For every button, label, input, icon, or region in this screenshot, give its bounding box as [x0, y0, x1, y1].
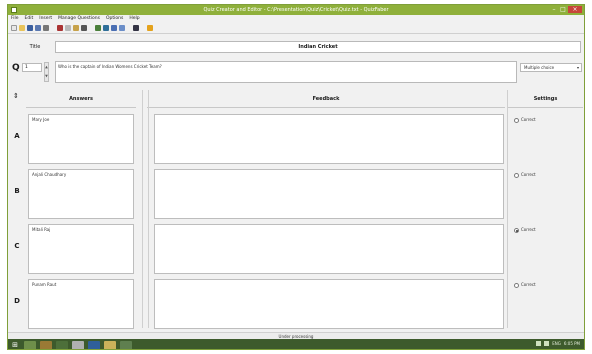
answer-letter: A — [14, 132, 20, 140]
taskbar-app[interactable] — [104, 340, 116, 349]
answers-header: Answers — [26, 90, 136, 108]
correct-label: Correct — [521, 117, 536, 122]
answer-field[interactable]: Mary Joe — [28, 114, 134, 164]
feedback-field[interactable] — [154, 114, 504, 164]
print-icon[interactable] — [43, 25, 49, 31]
maximize-button[interactable]: □ — [559, 6, 567, 13]
title-field[interactable]: Indian Cricket — [55, 41, 581, 53]
answer-field[interactable]: Mitali Raj — [28, 224, 134, 274]
close-button[interactable]: × — [568, 6, 582, 13]
correct-option[interactable]: Correct — [514, 224, 580, 236]
settings-icon[interactable] — [111, 25, 117, 31]
add-question-icon[interactable] — [95, 25, 101, 31]
taskbar: ⊞ ENG 6:05 PM — [8, 339, 584, 349]
answer-letter: D — [14, 297, 20, 305]
feedback-field[interactable] — [154, 169, 504, 219]
start-button[interactable]: ⊞ — [10, 340, 20, 349]
new-icon[interactable] — [11, 25, 17, 31]
paste-icon[interactable] — [73, 25, 79, 31]
answer-field[interactable]: Anjali Chaudhary — [28, 169, 134, 219]
answer-row: B Anjali Chaudhary Correct — [8, 167, 584, 222]
delete-icon[interactable] — [81, 25, 87, 31]
taskbar-app[interactable] — [40, 340, 52, 349]
help-icon[interactable] — [147, 25, 153, 31]
status-bar: Under processing — [8, 332, 584, 339]
answer-letter: B — [14, 187, 20, 195]
menu-bar: File Edit Insert Manage Questions Option… — [8, 15, 584, 23]
correct-label: Correct — [521, 227, 536, 232]
open-icon[interactable] — [19, 25, 25, 31]
title-bar: Quiz Creator and Editor - C:\Presentatio… — [8, 5, 584, 15]
menu-file[interactable]: File — [11, 15, 19, 23]
question-row: Q 1 ▲ ▼ Who is the captain of Indian Wome… — [8, 59, 584, 85]
chevron-down-icon: ▾ — [576, 65, 579, 70]
menu-help[interactable]: Help — [129, 15, 139, 23]
undo-icon[interactable] — [133, 25, 139, 31]
answer-field[interactable]: Punam Raut — [28, 279, 134, 329]
correct-option[interactable]: Correct — [514, 169, 580, 181]
question-type-select[interactable]: Multiple choice ▾ — [520, 63, 582, 72]
language-indicator[interactable]: ENG — [552, 341, 561, 346]
correct-option[interactable]: Correct — [514, 114, 580, 126]
run-icon[interactable] — [119, 25, 125, 31]
correct-label: Correct — [521, 282, 536, 287]
title-row: Title Indian Cricket — [8, 40, 584, 54]
feedback-field[interactable] — [154, 224, 504, 274]
app-window: Quiz Creator and Editor - C:\Presentatio… — [7, 4, 585, 350]
question-number-field[interactable]: 1 — [22, 63, 42, 72]
answer-letter: C — [14, 242, 20, 250]
feedback-field[interactable] — [154, 279, 504, 329]
answer-row: C Mitali Raj Correct — [8, 222, 584, 277]
question-type-value: Multiple choice — [524, 65, 555, 70]
copy-icon[interactable] — [65, 25, 71, 31]
question-icon: Q — [12, 63, 20, 73]
sort-icon[interactable]: ⇕ — [13, 93, 19, 100]
correct-option[interactable]: Correct — [514, 279, 580, 291]
clock[interactable]: 6:05 PM — [564, 341, 580, 346]
taskbar-app[interactable] — [56, 340, 68, 349]
taskbar-app[interactable] — [72, 340, 84, 349]
answer-row: A Mary Joe Correct — [8, 112, 584, 167]
menu-insert[interactable]: Insert — [39, 15, 52, 23]
taskbar-app[interactable] — [24, 340, 36, 349]
feedback-header: Feedback — [147, 90, 505, 108]
taskbar-app[interactable] — [88, 340, 100, 349]
title-label: Title — [29, 44, 41, 50]
question-spinner[interactable]: ▲ ▼ — [44, 62, 49, 82]
toolbar — [8, 23, 584, 34]
cut-icon[interactable] — [57, 25, 63, 31]
question-text-field[interactable]: Who is the captain of Indian Womens Cric… — [55, 61, 517, 83]
correct-label: Correct — [521, 172, 536, 177]
taskbar-app[interactable] — [120, 340, 132, 349]
save-as-icon[interactable] — [35, 25, 41, 31]
menu-manage-questions[interactable]: Manage Questions — [58, 15, 100, 23]
remove-question-icon[interactable] — [103, 25, 109, 31]
settings-header: Settings — [508, 90, 583, 108]
menu-options[interactable]: Options — [106, 15, 123, 23]
menu-edit[interactable]: Edit — [25, 15, 34, 23]
correct-radio[interactable] — [514, 282, 519, 288]
minimize-button[interactable]: – — [550, 6, 558, 13]
correct-radio[interactable] — [514, 227, 519, 233]
window-controls: – □ × — [550, 6, 582, 14]
answer-row: D Punam Raut Correct — [8, 277, 584, 332]
save-icon[interactable] — [27, 25, 33, 31]
system-tray: ENG 6:05 PM — [536, 341, 580, 346]
volume-icon[interactable] — [544, 341, 550, 346]
correct-radio[interactable] — [514, 172, 519, 178]
network-icon[interactable] — [536, 341, 542, 346]
window-title: Quiz Creator and Editor - C:\Presentatio… — [203, 7, 389, 13]
correct-radio[interactable] — [514, 117, 519, 123]
answers-grid: ⇕ Answers Feedback Settings A Mary Joe C… — [8, 88, 584, 330]
